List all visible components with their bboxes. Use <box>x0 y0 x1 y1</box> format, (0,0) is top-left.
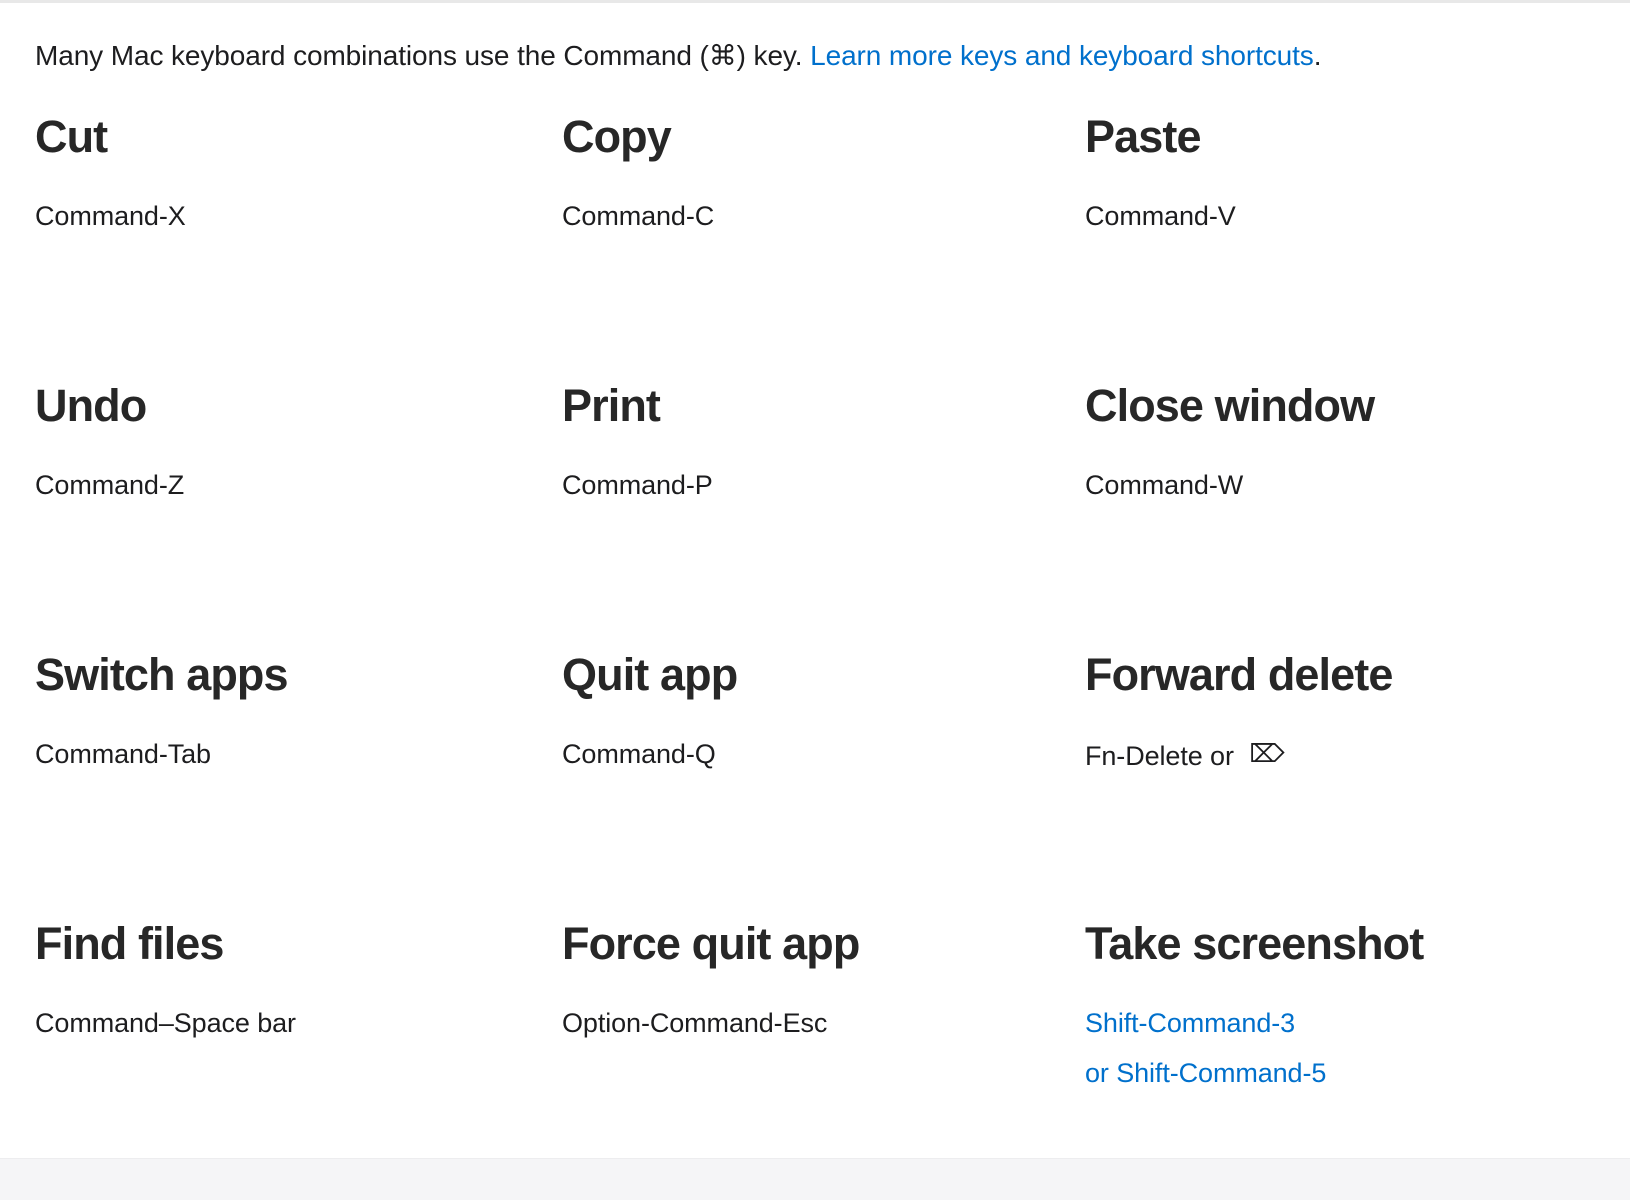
shortcut-keys: Option-Command-Esc <box>562 1008 828 1038</box>
shortcut-keys: Command-Z <box>35 470 185 500</box>
shortcut-keys: Command-X <box>35 201 186 231</box>
forward-delete-icon: ⌦ <box>1249 739 1285 768</box>
shortcuts-row: Find files Command–Space bar Force quit … <box>0 917 1630 1186</box>
shortcut-card-switch-apps: Switch apps Command-Tab <box>35 648 555 779</box>
shortcut-keys: Command–Space bar <box>35 1008 296 1038</box>
intro-paragraph: Many Mac keyboard combinations use the C… <box>35 36 1605 76</box>
shortcuts-grid: Cut Command-X Copy Command-C Paste Comma… <box>0 110 1630 1186</box>
shortcut-keys: Command-Q <box>562 739 716 769</box>
shortcut-title: Quit app <box>562 649 738 700</box>
shortcut-title: Undo <box>35 380 147 431</box>
intro-text-period: . <box>1313 40 1322 71</box>
shortcut-keys: Command-V <box>1085 201 1236 231</box>
shortcut-keys: Command-P <box>562 470 713 500</box>
shortcut-card-undo: Undo Command-Z <box>35 379 555 510</box>
shortcut-title: Cut <box>35 111 108 162</box>
shortcut-keys: Command-Tab <box>35 739 211 769</box>
shortcut-card-take-screenshot: Take screenshot Shift-Command-3 or Shift… <box>1085 917 1605 1098</box>
shortcut-keys: Command-W <box>1085 470 1244 500</box>
shortcut-title: Switch apps <box>35 649 289 700</box>
command-key-icon: ⌘ <box>708 39 737 72</box>
shortcuts-row: Undo Command-Z Print Command-P Close win… <box>0 379 1630 648</box>
shortcut-title: Forward delete <box>1085 649 1393 700</box>
shortcut-title: Find files <box>35 918 224 969</box>
shortcut-card-close-window: Close window Command-W <box>1085 379 1605 510</box>
shortcut-keys: Command-C <box>562 201 715 231</box>
shortcut-keys: Fn-Delete or ⌦ <box>1085 729 1605 781</box>
shortcut-title: Take screenshot <box>1085 918 1424 969</box>
shortcut-title: Print <box>562 380 661 431</box>
shortcut-card-forward-delete: Forward delete Fn-Delete or ⌦ <box>1085 648 1605 781</box>
intro-text-leading: Many Mac keyboard combinations use the C… <box>35 40 709 71</box>
shortcut-keys-links: Shift-Command-3 or Shift-Command-5 <box>1085 998 1605 1098</box>
footer-band <box>0 1158 1630 1200</box>
shortcut-title: Force quit app <box>562 918 860 969</box>
support-article-page: Many Mac keyboard combinations use the C… <box>0 0 1630 1200</box>
top-divider <box>0 0 1630 3</box>
shortcuts-row: Cut Command-X Copy Command-C Paste Comma… <box>0 110 1630 379</box>
shortcut-keys-text: Fn-Delete or <box>1085 741 1242 771</box>
shortcut-card-paste: Paste Command-V <box>1085 110 1605 241</box>
shortcut-title: Paste <box>1085 111 1201 162</box>
shortcut-card-copy: Copy Command-C <box>562 110 1077 241</box>
shift-command-3-link[interactable]: Shift-Command-3 <box>1085 998 1605 1048</box>
shortcut-card-quit-app: Quit app Command-Q <box>562 648 1077 779</box>
shortcut-title: Copy <box>562 111 672 162</box>
shortcut-title: Close window <box>1085 380 1375 431</box>
shortcut-card-force-quit-app: Force quit app Option-Command-Esc <box>562 917 1077 1048</box>
intro-text-trailing: ) key. <box>736 40 811 71</box>
shortcut-card-find-files: Find files Command–Space bar <box>35 917 555 1048</box>
shortcut-card-cut: Cut Command-X <box>35 110 555 241</box>
shortcuts-row: Switch apps Command-Tab Quit app Command… <box>0 648 1630 917</box>
learn-more-shortcuts-link[interactable]: Learn more keys and keyboard shortcuts <box>810 40 1314 71</box>
shortcut-card-print: Print Command-P <box>562 379 1077 510</box>
shift-command-5-link[interactable]: or Shift-Command-5 <box>1085 1048 1605 1098</box>
